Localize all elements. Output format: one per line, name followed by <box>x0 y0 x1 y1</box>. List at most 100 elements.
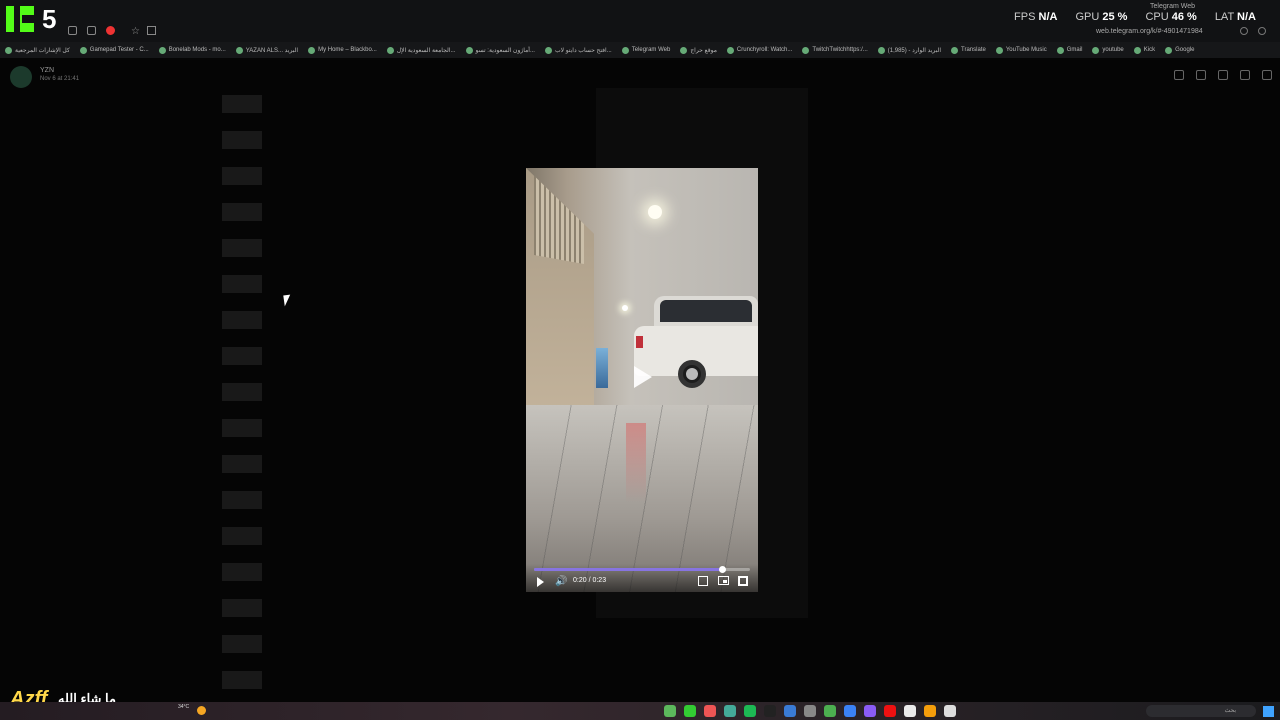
bookmark-item[interactable]: Kick <box>1129 46 1160 54</box>
tab-search-icon[interactable] <box>68 26 77 35</box>
picture-in-picture-icon[interactable] <box>718 576 729 585</box>
app-icon[interactable] <box>884 705 896 717</box>
app-icon[interactable] <box>724 705 736 717</box>
spotify-icon[interactable] <box>744 705 756 717</box>
bookmark-label: Bonelab Mods - mo... <box>168 47 226 53</box>
overlay-counter: 5 <box>42 4 57 34</box>
bookmark-label: YAZAN ALS... البريد <box>245 47 299 54</box>
bookmark-item[interactable]: YouTube Music <box>991 46 1052 54</box>
bookmark-label: (1,985) - البريد الوارد <box>887 47 942 54</box>
app-icon[interactable] <box>664 705 676 717</box>
bookmark-label: الجامعة السعودية الإل... <box>396 47 456 54</box>
start-icon[interactable] <box>1263 706 1274 717</box>
bookmark-favicon-icon <box>5 46 12 54</box>
delete-icon[interactable] <box>1174 70 1184 80</box>
bookmark-favicon-icon <box>951 46 959 54</box>
seek-bar[interactable] <box>534 566 750 573</box>
zoom-icon[interactable] <box>1240 70 1250 80</box>
video-player[interactable]: 🔊 0:20 / 0:23 <box>526 168 758 592</box>
bookmark-item[interactable]: YAZAN ALS... البريد <box>231 46 303 54</box>
bookmark-item[interactable]: أماژون السعودية: تسو... <box>461 46 540 54</box>
tab-workspace-icon[interactable] <box>87 26 96 35</box>
close-icon[interactable] <box>1262 70 1272 80</box>
sender-name[interactable]: YZN <box>40 67 54 74</box>
bookmark-label: youtube <box>1102 47 1124 53</box>
app-icon[interactable] <box>924 705 936 717</box>
playback-speed-icon[interactable] <box>698 576 708 586</box>
app-icon[interactable] <box>704 705 716 717</box>
bookmark-item[interactable]: youtube <box>1087 46 1128 54</box>
gpu-stat: GPU 25 % <box>1075 11 1128 23</box>
seek-bar-handle[interactable] <box>718 566 726 573</box>
car-wheel <box>678 360 706 388</box>
bookmark-item[interactable]: موقع حراج <box>675 46 722 54</box>
bookmark-favicon-icon <box>995 46 1003 54</box>
menu-icon[interactable] <box>1258 27 1266 35</box>
volume-icon[interactable]: 🔊 <box>555 576 567 587</box>
weather-widget[interactable]: 34°C <box>178 704 189 710</box>
bookmark-label: Kick <box>1143 47 1156 53</box>
bookmark-label: Crunchyroll: Watch... <box>736 47 793 53</box>
bookmark-label: Telegram Web <box>631 47 671 53</box>
car-window <box>660 300 752 322</box>
bookmark-favicon-icon <box>1133 46 1141 54</box>
seek-bar-fill <box>534 568 722 571</box>
bookmark-item[interactable]: TwitchTwitchhttps:/... <box>797 46 872 54</box>
bookmark-item[interactable]: My Home – Blackbo... <box>303 46 382 54</box>
bookmark-star-icon[interactable]: ☆ <box>131 26 140 37</box>
fullscreen-icon[interactable] <box>738 576 748 586</box>
bookmark-item[interactable]: كل الإشارات المرجعية <box>0 46 75 54</box>
app-icon[interactable] <box>824 705 836 717</box>
bookmark-favicon-icon <box>544 46 552 54</box>
record-icon[interactable] <box>106 26 115 35</box>
bookmark-item[interactable]: Google <box>1160 46 1199 54</box>
bookmark-item[interactable]: Telegram Web <box>617 46 676 54</box>
app-icon[interactable] <box>864 705 876 717</box>
video-time: 0:20 / 0:23 <box>573 577 607 584</box>
bookmark-item[interactable]: افتح حساب دايتو لاب... <box>540 46 617 54</box>
video-frame-small-light <box>622 305 628 311</box>
browser-nav <box>1240 27 1266 35</box>
extensions-icon[interactable] <box>147 26 156 35</box>
bookmark-favicon-icon <box>1092 46 1100 54</box>
car-taillight <box>636 336 643 348</box>
bookmark-label: YouTube Music <box>1005 47 1047 53</box>
bookmark-label: أماژون السعودية: تسو... <box>475 47 535 54</box>
reload-icon[interactable] <box>1240 27 1248 35</box>
tab-telegram-web[interactable]: Telegram Web <box>1150 3 1195 10</box>
app-icon[interactable] <box>764 705 776 717</box>
bookmark-favicon-icon <box>465 46 473 54</box>
message-date: Nov 6 at 21:41 <box>40 76 80 82</box>
bookmark-label: افتح حساب دايتو لاب... <box>554 47 612 54</box>
chrome-icon[interactable] <box>904 705 916 717</box>
bookmark-favicon-icon <box>726 46 734 54</box>
app-icon[interactable] <box>844 705 856 717</box>
bookmark-item[interactable]: Gmail <box>1052 46 1088 54</box>
bookmark-item[interactable]: Bonelab Mods - mo... <box>154 46 231 54</box>
bookmark-label: موقع حراج <box>690 47 717 54</box>
taskbar-search[interactable]: بحث <box>1146 705 1256 717</box>
perf-overlay: FPS N/A GPU 25 % CPU 46 % LAT N/A <box>1014 11 1256 23</box>
play-overlay-icon[interactable] <box>634 366 652 388</box>
bookmark-label: Gmail <box>1066 47 1083 53</box>
bookmark-item[interactable]: Crunchyroll: Watch... <box>722 46 797 54</box>
bookmark-item[interactable]: Translate <box>946 46 991 54</box>
forward-icon[interactable] <box>1196 70 1206 80</box>
bookmark-favicon-icon <box>1165 46 1173 54</box>
video-frame-reflection <box>626 423 646 503</box>
bookmark-item[interactable]: الجامعة السعودية الإل... <box>382 46 461 54</box>
bookmark-item[interactable]: Gamepad Tester - C... <box>75 46 154 54</box>
app-icon[interactable] <box>944 705 956 717</box>
video-frame-car <box>634 296 758 388</box>
bookmark-favicon-icon <box>621 46 629 54</box>
video-frame-door <box>596 348 608 388</box>
avatar[interactable] <box>10 66 32 88</box>
app-icon[interactable] <box>804 705 816 717</box>
app-icon[interactable] <box>684 705 696 717</box>
address-bar[interactable]: web.telegram.org/k/#-4901471984 <box>1096 28 1203 35</box>
play-icon[interactable] <box>537 577 544 587</box>
download-icon[interactable] <box>1218 70 1228 80</box>
bookmark-label: TwitchTwitchhttps:/... <box>812 47 868 53</box>
bookmark-item[interactable]: (1,985) - البريد الوارد <box>873 46 946 54</box>
app-icon[interactable] <box>784 705 796 717</box>
